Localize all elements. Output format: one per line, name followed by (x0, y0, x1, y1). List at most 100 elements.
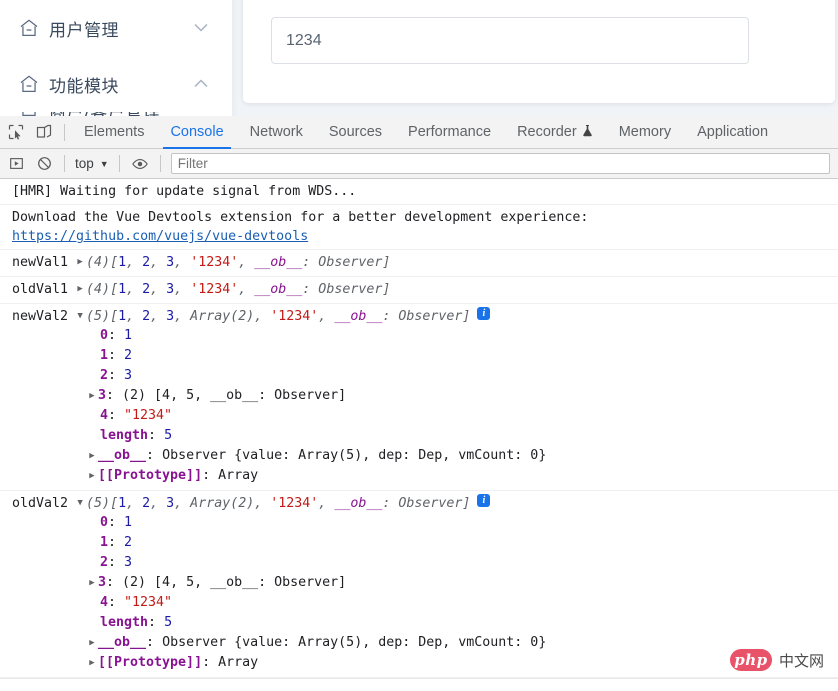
execution-context-selector[interactable]: top ▼ (71, 156, 113, 171)
devtools-panel: Elements Console Network Sources Perform… (0, 116, 838, 691)
property-key: 4 (100, 595, 109, 610)
console-log-header[interactable]: newVal2 (5) [1, 2, 3, Array(2), '1234', _… (12, 307, 838, 326)
property-key: 4 (100, 408, 109, 423)
content-card (243, 0, 835, 103)
property-separator: : (108, 595, 125, 610)
property-value: Observer {value: Array(5), dep: Dep, vmC… (162, 448, 547, 463)
console-log-header[interactable]: newVal1 (4) [1, 2, 3, '1234', __ob__: Obs… (12, 253, 838, 272)
object-property-row[interactable]: length: 5 (12, 613, 838, 633)
array-length-badge: (5) (86, 496, 111, 511)
property-value: 3 (124, 555, 133, 570)
console-log-label: newVal2 (12, 309, 69, 324)
object-property-row[interactable]: 1: 2 (12, 533, 838, 553)
collapse-triangle-icon[interactable] (74, 494, 86, 513)
expand-triangle-icon[interactable] (86, 633, 98, 653)
object-property-row[interactable]: __ob__: Observer {value: Array(5), dep: … (12, 633, 838, 653)
property-value: 2 (124, 348, 133, 363)
tab-network[interactable]: Network (237, 116, 316, 149)
object-property-row[interactable]: 3: (2) [4, 5, __ob__: Observer] (12, 386, 838, 406)
device-toolbar-icon[interactable] (30, 118, 58, 146)
experiment-flask-icon (582, 117, 593, 150)
expand-triangle-icon[interactable] (86, 653, 98, 673)
filterbar-divider-2 (118, 155, 120, 172)
expand-triangle-icon[interactable] (86, 446, 98, 466)
object-property-row[interactable]: 3: (2) [4, 5, __ob__: Observer] (12, 573, 838, 593)
object-property-row[interactable]: 4: "1234" (12, 593, 838, 613)
tab-recorder[interactable]: Recorder (504, 116, 606, 149)
filterbar-divider-1 (64, 155, 65, 172)
tab-application[interactable]: Application (684, 116, 781, 149)
object-property-row[interactable]: 4: "1234" (12, 406, 838, 426)
property-separator: : (108, 328, 125, 343)
sidebar-item-user-management[interactable]: 用户管理 (0, 0, 232, 56)
property-key: 2 (100, 368, 109, 383)
vue-devtools-link[interactable]: https://github.com/vuejs/vue-devtools (12, 229, 308, 244)
application-page: 用户管理 功能模块 1234 (0, 0, 838, 116)
filter-input[interactable] (170, 153, 830, 174)
property-separator: : (146, 635, 163, 650)
devtools-tabbar: Elements Console Network Sources Perform… (0, 116, 838, 149)
watermark: php 中文网 (729, 649, 824, 671)
clear-console-icon[interactable] (30, 150, 58, 178)
live-expression-eye-icon[interactable] (126, 150, 154, 178)
object-property-row[interactable]: 2: 3 (12, 553, 838, 573)
sidebar-item-function-module[interactable]: 功能模块 (0, 56, 232, 112)
collapse-triangle-icon[interactable] (74, 307, 86, 326)
console-log-entry[interactable]: oldVal2 (5) [1, 2, 3, Array(2), '1234', _… (0, 491, 838, 678)
console-log-label: oldVal1 (12, 282, 69, 297)
property-value: Observer {value: Array(5), dep: Dep, vmC… (162, 635, 547, 650)
property-key: 2 (100, 555, 109, 570)
execution-context-label: top (75, 156, 94, 171)
property-separator: : (148, 615, 165, 630)
console-message-text: [HMR] Waiting for update signal from WDS… (12, 184, 357, 199)
watermark-text: 中文网 (778, 651, 824, 670)
console-message-vue-devtools: Download the Vue Devtools extension for … (0, 205, 838, 250)
info-icon[interactable]: i (477, 494, 491, 507)
chevron-up-icon[interactable] (194, 78, 208, 90)
expand-triangle-icon[interactable] (86, 386, 98, 406)
tab-console[interactable]: Console (157, 116, 236, 149)
tab-sources[interactable]: Sources (316, 116, 395, 149)
expand-triangle-icon[interactable] (74, 280, 86, 299)
tab-memory[interactable]: Memory (606, 116, 684, 149)
home-icon (18, 73, 40, 95)
object-property-row[interactable]: 0: 1 (12, 513, 838, 533)
info-icon[interactable]: i (477, 307, 491, 320)
object-property-row[interactable]: length: 5 (12, 426, 838, 446)
object-property-row[interactable]: [[Prototype]]: Array (12, 466, 838, 486)
object-property-row[interactable]: 1: 2 (12, 346, 838, 366)
home-icon (18, 17, 40, 39)
property-key: [[Prototype]] (98, 468, 203, 483)
object-property-row[interactable]: 2: 3 (12, 366, 838, 386)
console-log-list: newVal1 (4) [1, 2, 3, '1234', __ob__: Obs… (0, 250, 838, 678)
property-separator: : (108, 535, 125, 550)
console-messages[interactable]: [HMR] Waiting for update signal from WDS… (0, 179, 838, 691)
object-property-row[interactable]: [[Prototype]]: Array (12, 653, 838, 673)
array-preview: [1, 2, 3, Array(2), '1234', __ob__: Obse… (110, 496, 471, 511)
console-log-entry[interactable]: newVal1 (4) [1, 2, 3, '1234', __ob__: Obs… (0, 250, 838, 277)
tab-elements[interactable]: Elements (71, 116, 157, 149)
property-value: 1 (124, 515, 133, 530)
console-log-header[interactable]: oldVal2 (5) [1, 2, 3, Array(2), '1234', _… (12, 494, 838, 513)
object-property-row[interactable]: 0: 1 (12, 326, 838, 346)
expand-triangle-icon[interactable] (86, 466, 98, 486)
property-separator: : (202, 655, 219, 670)
tab-performance[interactable]: Performance (395, 116, 504, 149)
inspect-element-icon[interactable] (2, 118, 30, 146)
property-key: length (100, 615, 149, 630)
console-log-entry[interactable]: oldVal1 (4) [1, 2, 3, '1234', __ob__: Obs… (0, 277, 838, 304)
property-value: (2) [4, 5, __ob__: Observer] (122, 575, 347, 590)
property-separator: : (108, 348, 125, 363)
chevron-down-icon: ▼ (99, 158, 109, 169)
expand-triangle-icon[interactable] (86, 573, 98, 593)
chevron-down-icon[interactable] (194, 22, 208, 34)
console-log-entry[interactable]: newVal2 (5) [1, 2, 3, Array(2), '1234', _… (0, 304, 838, 491)
property-separator: : (108, 515, 125, 530)
expand-triangle-icon[interactable] (74, 253, 86, 272)
console-log-header[interactable]: oldVal1 (4) [1, 2, 3, '1234', __ob__: Obs… (12, 280, 838, 299)
property-value: 5 (164, 428, 173, 443)
text-input[interactable] (271, 17, 749, 64)
execute-script-icon[interactable] (2, 150, 30, 178)
object-property-row[interactable]: __ob__: Observer {value: Array(5), dep: … (12, 446, 838, 466)
console-log-label: oldVal2 (12, 496, 69, 511)
